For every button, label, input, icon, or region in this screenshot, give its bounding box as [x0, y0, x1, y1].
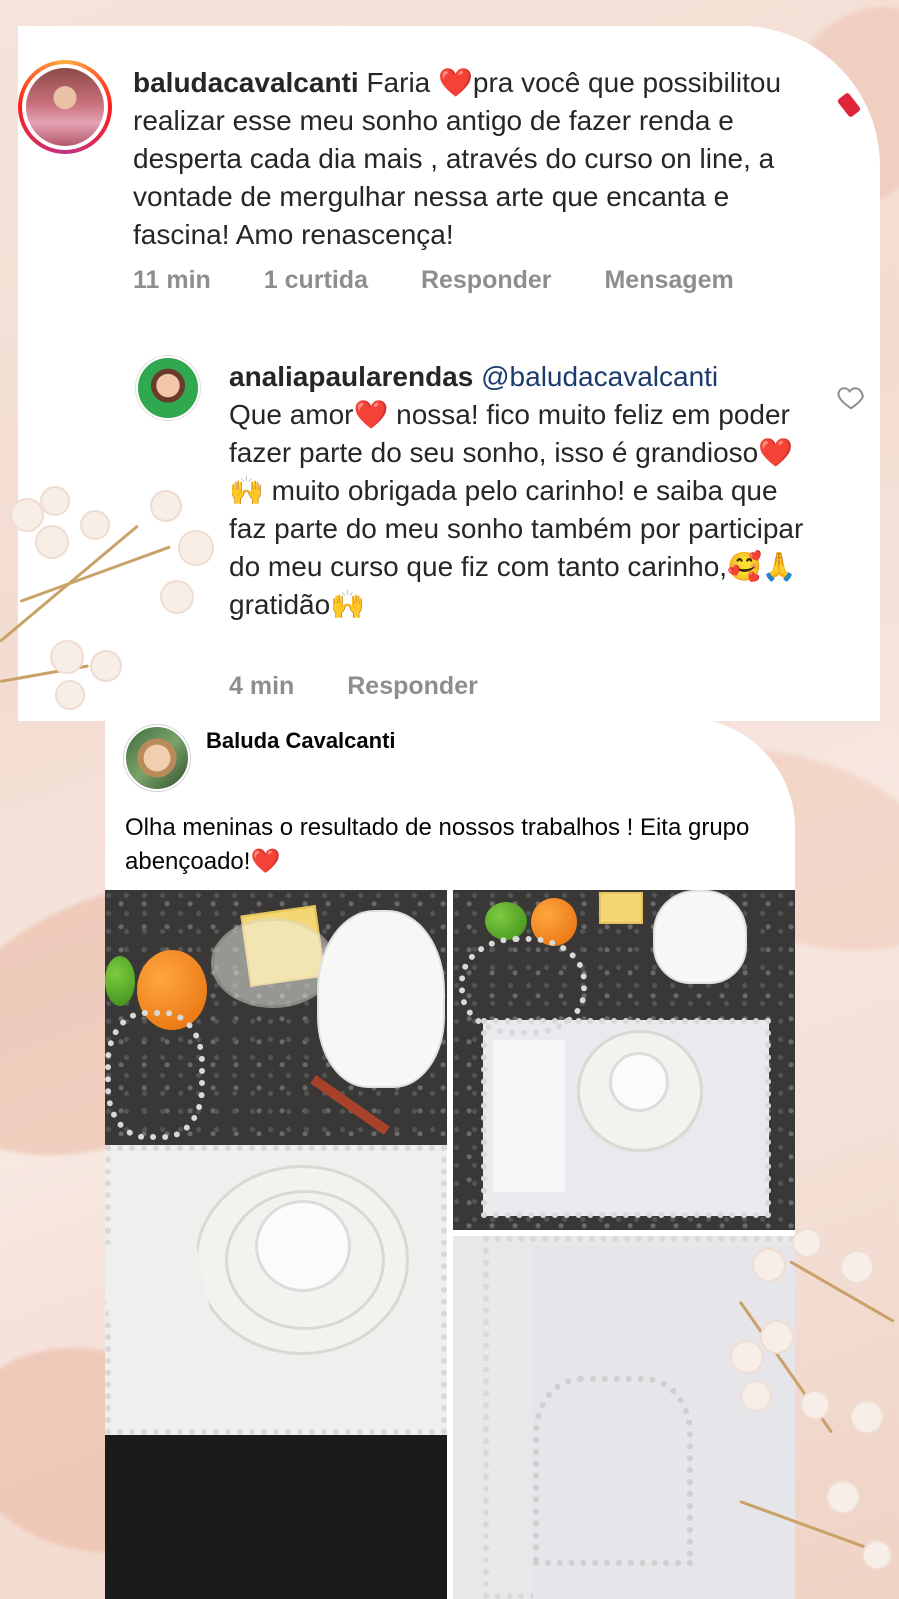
- reply-reply-button[interactable]: Responder: [347, 672, 478, 700]
- post-photo-3[interactable]: [453, 1236, 795, 1599]
- post-photo-2[interactable]: [453, 890, 795, 1230]
- comment-time: 11 min: [133, 266, 211, 294]
- post-text: Olha meninas o resultado de nossos traba…: [125, 814, 750, 875]
- reply-body: analiapaularendas @baludacavalcanti Que …: [229, 358, 809, 624]
- reply-username[interactable]: analiapaularendas: [229, 361, 473, 392]
- reply-button[interactable]: Responder: [421, 266, 552, 294]
- instagram-comments-card: baludacavalcanti Faria ❤️pra você que po…: [18, 26, 880, 721]
- comment-username[interactable]: baludacavalcanti: [133, 67, 359, 98]
- avatar[interactable]: [124, 725, 190, 791]
- avatar[interactable]: [18, 60, 112, 154]
- facebook-post-card: Baluda Cavalcanti Olha meninas o resulta…: [105, 718, 795, 1599]
- reply-avatar[interactable]: [136, 356, 200, 420]
- post-author[interactable]: Baluda Cavalcanti: [206, 728, 396, 754]
- heart-outline-icon[interactable]: [836, 382, 866, 412]
- message-button[interactable]: Mensagem: [604, 266, 733, 294]
- reply-mention[interactable]: @baludacavalcanti: [481, 361, 718, 392]
- reply-time: 4 min: [229, 672, 295, 700]
- comment-likes[interactable]: 1 curtida: [264, 266, 368, 294]
- avatar-photo: [26, 68, 104, 146]
- post-photo-1[interactable]: [105, 890, 447, 1599]
- reply-text: Que amor❤️ nossa! fico muito feliz em po…: [229, 399, 804, 620]
- comment-body: baludacavalcanti Faria ❤️pra você que po…: [133, 64, 833, 254]
- photo-grid: [105, 890, 795, 1599]
- comment-meta: 11 min 1 curtida Responder Mensagem: [133, 266, 780, 295]
- flag-icon: [836, 92, 862, 118]
- reply-meta: 4 min Responder: [229, 672, 524, 701]
